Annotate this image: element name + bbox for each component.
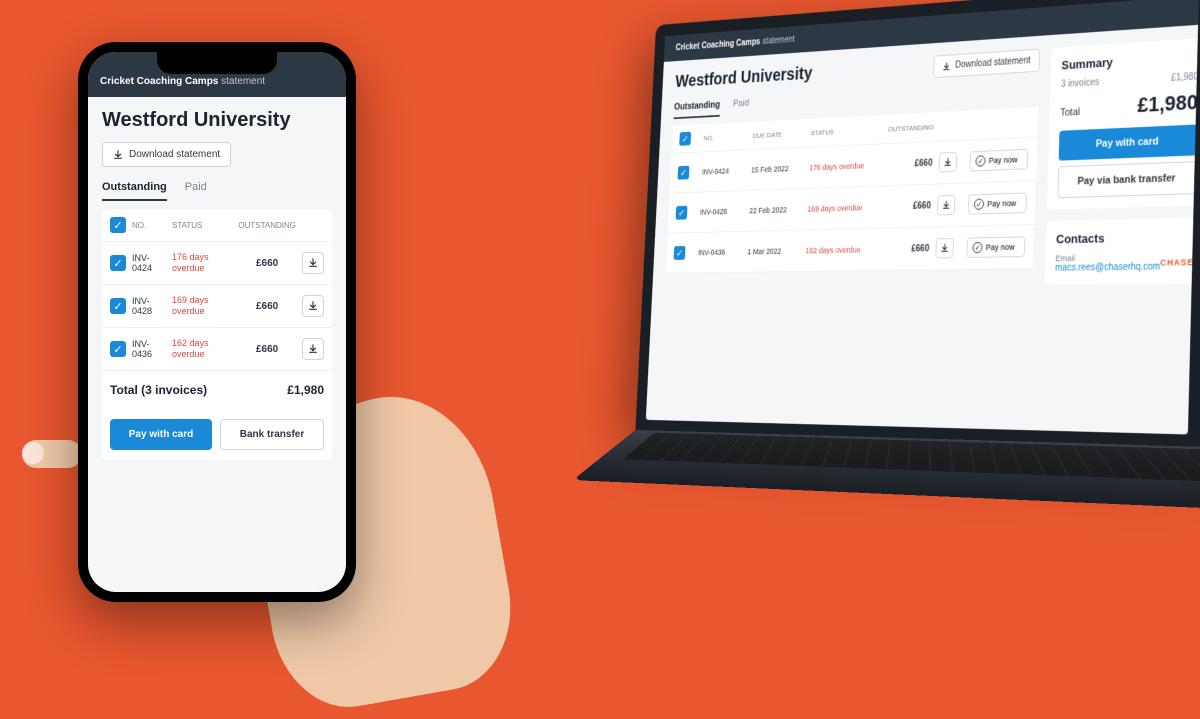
- download-icon: [308, 344, 318, 354]
- header-suffix: statement: [221, 76, 265, 87]
- summary-subtotal: £1,980: [1171, 72, 1199, 84]
- invoice-due: 22 Feb 2022: [749, 205, 801, 215]
- download-icon: [940, 244, 948, 253]
- invoice-no: INV-0424: [702, 166, 746, 176]
- total-amount: £1,980: [1137, 90, 1198, 118]
- laptop-screen: Cricket Coaching Camps statement Westfor…: [635, 0, 1200, 449]
- download-statement-button[interactable]: Download statement: [102, 142, 231, 167]
- download-icon: [308, 301, 318, 311]
- invoice-status: 176 days overdue: [809, 161, 879, 173]
- invoice-no: INV-0436: [698, 247, 742, 256]
- pay-now-button[interactable]: ✓Pay now: [969, 149, 1028, 172]
- row-checkbox[interactable]: ✓: [110, 341, 126, 357]
- total-amount: £1,980: [287, 383, 324, 397]
- invoice-amount: £660: [883, 201, 931, 212]
- row-checkbox[interactable]: ✓: [678, 166, 690, 180]
- org-name: Cricket Coaching Camps: [100, 76, 218, 87]
- invoice-amount: £660: [256, 301, 296, 312]
- invoice-amount: £660: [256, 344, 296, 355]
- col-status: STATUS: [172, 221, 218, 230]
- row-download-button[interactable]: [302, 338, 324, 360]
- invoice-no: INV- 0424: [132, 253, 166, 273]
- check-circle-icon: ✓: [975, 155, 985, 166]
- select-all-checkbox[interactable]: ✓: [679, 132, 691, 146]
- contacts-title: Contacts: [1056, 229, 1195, 246]
- invoice-status: 162 days overdue: [805, 245, 875, 255]
- invoice-status: 162 days overdue: [172, 338, 218, 360]
- org-name: Cricket Coaching Camps: [675, 37, 760, 52]
- download-label: Download statement: [129, 149, 220, 160]
- bank-transfer-button[interactable]: Pay via bank transfer: [1057, 161, 1196, 198]
- row-checkbox[interactable]: ✓: [110, 255, 126, 271]
- tab-outstanding[interactable]: Outstanding: [102, 181, 167, 201]
- col-status: STATUS: [811, 125, 880, 136]
- invoice-status: 176 days overdue: [172, 252, 218, 274]
- download-icon: [113, 150, 123, 160]
- invoice-amount: £660: [256, 258, 296, 269]
- row-download-button[interactable]: [935, 238, 954, 259]
- download-label: Download statement: [955, 56, 1031, 71]
- col-due: DUE DATE: [753, 129, 805, 139]
- invoice-no: INV- 0428: [132, 296, 166, 316]
- pay-now-button[interactable]: ✓Pay now: [966, 236, 1025, 257]
- pay-now-button[interactable]: ✓Pay now: [968, 193, 1027, 215]
- summary-card: Summary 3 invoices £1,980 Total £1,980 P…: [1047, 37, 1199, 209]
- invoice-no: INV-0428: [700, 207, 744, 217]
- invoice-due: 15 Feb 2022: [751, 164, 803, 175]
- download-icon: [942, 200, 950, 209]
- invoice-status: 169 days overdue: [807, 203, 877, 214]
- col-no: NO.: [703, 132, 747, 142]
- table-row: ✓ INV-0436 1 Mar 2022 162 days overdue £…: [666, 225, 1035, 274]
- summary-title: Summary: [1061, 50, 1199, 73]
- col-no: NO.: [132, 221, 166, 230]
- brand-badge: CHASER: [1160, 257, 1199, 267]
- row-checkbox[interactable]: ✓: [676, 206, 688, 220]
- phone-screen: Cricket Coaching Camps statement Westfor…: [88, 52, 346, 592]
- contacts-card: Contacts Email macs.rees@chaserhq.com CH…: [1044, 217, 1198, 285]
- phone-frame: Cricket Coaching Camps statement Westfor…: [78, 42, 356, 602]
- col-outstanding: OUTSTANDING: [238, 221, 296, 230]
- table-row: ✓ INV- 0436 162 days overdue £660: [102, 328, 332, 371]
- table-row: ✓ INV- 0424 176 days overdue £660: [102, 242, 332, 285]
- table-row: ✓ INV- 0428 169 days overdue £660: [102, 285, 332, 328]
- row-download-button[interactable]: [302, 252, 324, 274]
- download-icon: [944, 158, 952, 167]
- tabs: Outstanding Paid: [102, 181, 332, 201]
- summary-count: 3 invoices: [1061, 77, 1100, 89]
- contact-email[interactable]: macs.rees@chaserhq.com: [1055, 262, 1160, 274]
- tab-paid[interactable]: Paid: [732, 98, 749, 116]
- total-label: Total: [1060, 106, 1080, 118]
- invoice-no: INV- 0436: [132, 339, 166, 359]
- row-download-button[interactable]: [302, 295, 324, 317]
- check-circle-icon: ✓: [972, 242, 982, 253]
- bank-transfer-button[interactable]: Bank transfer: [220, 419, 324, 450]
- download-icon: [942, 61, 950, 71]
- col-outstanding: OUTSTANDING: [886, 123, 934, 133]
- customer-title: Westford University: [675, 64, 813, 92]
- pay-with-card-button[interactable]: Pay with card: [110, 419, 212, 450]
- row-checkbox[interactable]: ✓: [674, 246, 686, 260]
- laptop-frame: Cricket Coaching Camps statement Westfor…: [626, 0, 1200, 675]
- phone-notch: [157, 52, 277, 74]
- total-label: Total (3 invoices): [110, 383, 207, 397]
- row-download-button[interactable]: [937, 195, 956, 216]
- invoice-status: 169 days overdue: [172, 295, 218, 317]
- header-suffix: statement: [762, 35, 795, 47]
- check-circle-icon: ✓: [974, 199, 984, 210]
- download-statement-button[interactable]: Download statement: [933, 49, 1040, 78]
- select-all-checkbox[interactable]: ✓: [110, 217, 126, 233]
- pay-with-card-button[interactable]: Pay with card: [1059, 124, 1198, 160]
- table-header: ✓ NO. STATUS OUTSTANDING: [102, 209, 332, 242]
- row-download-button[interactable]: [939, 152, 958, 173]
- invoice-amount: £660: [885, 158, 933, 170]
- tab-paid[interactable]: Paid: [185, 181, 207, 201]
- invoice-amount: £660: [881, 243, 929, 254]
- tab-outstanding[interactable]: Outstanding: [674, 100, 721, 120]
- total-row: Total (3 invoices) £1,980: [102, 371, 332, 409]
- download-icon: [308, 258, 318, 268]
- row-checkbox[interactable]: ✓: [110, 298, 126, 314]
- customer-title: Westford University: [102, 109, 332, 132]
- invoice-due: 1 Mar 2022: [747, 246, 800, 256]
